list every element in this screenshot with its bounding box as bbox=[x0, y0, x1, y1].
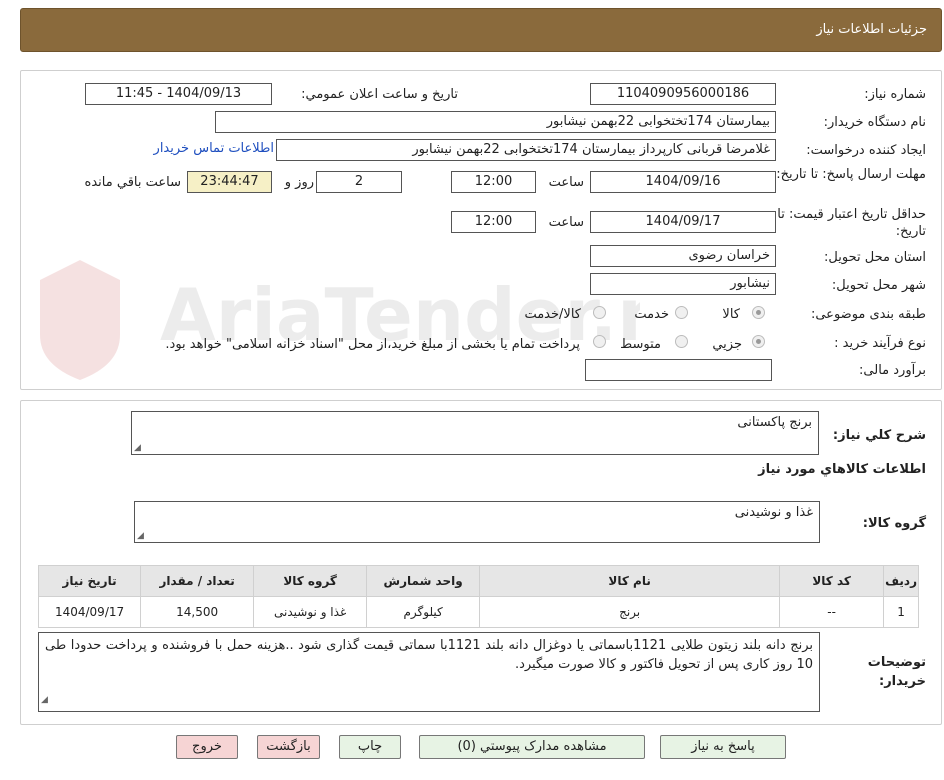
category-radio-both[interactable] bbox=[593, 306, 606, 319]
col-name-header: نام کالا bbox=[479, 565, 781, 597]
cell-group: غذا و نوشیدنی bbox=[253, 596, 368, 628]
category-radio-service[interactable] bbox=[675, 306, 688, 319]
validity-label: حداقل تاريخ اعتبار قيمت: تا تاريخ: bbox=[777, 207, 926, 239]
deadline-time-field: 12:00 bbox=[451, 171, 536, 193]
group-textarea[interactable]: غذا و نوشیدنی ◢ bbox=[134, 501, 820, 543]
requester-field: غلامرضا قربانی کارپرداز بیمارستان 174تخت… bbox=[276, 139, 776, 161]
col-row-header: رديف bbox=[883, 565, 919, 597]
col-qty-header: تعداد / مقدار bbox=[140, 565, 255, 597]
col-code-header: کد کالا bbox=[779, 565, 885, 597]
validity-time-label: ساعت bbox=[548, 215, 584, 230]
items-table: رديف کد کالا نام کالا واحد شمارش گروه کا… bbox=[37, 565, 919, 628]
summary-text: برنج پاکستانی bbox=[737, 415, 812, 430]
col-date-header: تاريخ نياز bbox=[37, 565, 142, 597]
col-unit-header: واحد شمارش bbox=[366, 565, 481, 597]
days-field: 2 bbox=[316, 171, 402, 193]
estimate-label: برآورد مالی: bbox=[859, 363, 926, 378]
process-label: نوع فرآيند خريد : bbox=[834, 336, 926, 351]
page-title: جزئیات اطلاعات نیاز bbox=[816, 22, 927, 37]
cell-code: -- bbox=[779, 596, 885, 628]
cell-name: برنج bbox=[479, 596, 781, 628]
validity-time-field: 12:00 bbox=[451, 211, 536, 233]
province-field: خراسان رضوی bbox=[590, 245, 776, 267]
cell-row: 1 bbox=[883, 596, 919, 628]
print-button[interactable]: چاپ bbox=[339, 735, 401, 759]
view-documents-button[interactable]: مشاهده مدارک پيوستي (0) bbox=[419, 735, 645, 759]
need-number-field: 1104090956000186 bbox=[590, 83, 776, 105]
category-option-goods: کالا bbox=[722, 307, 740, 322]
remaining-label: ساعت باقي مانده bbox=[84, 175, 181, 190]
announce-date-field: 1404/09/13 - 11:45 bbox=[85, 83, 272, 105]
process-radio-minor[interactable] bbox=[752, 335, 765, 348]
back-button[interactable]: بازگشت bbox=[257, 735, 320, 759]
contact-info-link[interactable]: اطلاعات تماس خريدار bbox=[154, 141, 274, 156]
province-label: استان محل تحويل: bbox=[824, 250, 926, 265]
process-option-medium: متوسط bbox=[620, 337, 661, 352]
page-header: جزئیات اطلاعات نیاز bbox=[20, 8, 942, 52]
category-option-service: خدمت bbox=[634, 307, 669, 322]
buyer-org-field: بیمارستان 174تختخوابی 22بهمن نیشابور bbox=[215, 111, 776, 133]
notes-text: برنج دانه بلند زیتون طلایی 1121باسماتی ی… bbox=[45, 638, 813, 672]
process-radio-medium[interactable] bbox=[675, 335, 688, 348]
exit-button[interactable]: خروج bbox=[176, 735, 238, 759]
remaining-time-field: 23:44:47 bbox=[187, 171, 272, 193]
summary-label: شرح کلي نياز: bbox=[832, 428, 926, 443]
deadline-date-field: 1404/09/16 bbox=[590, 171, 776, 193]
resize-grip-icon[interactable]: ◢ bbox=[41, 691, 48, 710]
announce-label: تاريخ و ساعت اعلان عمومي: bbox=[301, 87, 458, 102]
process-radio-treasury[interactable] bbox=[593, 335, 606, 348]
validity-date-field: 1404/09/17 bbox=[590, 211, 776, 233]
requester-label: ايجاد کننده درخواست: bbox=[806, 143, 926, 158]
group-label: گروه کالا: bbox=[862, 516, 926, 531]
category-radio-goods[interactable] bbox=[752, 306, 765, 319]
category-option-both: کالا/خدمت bbox=[524, 307, 581, 322]
process-option-minor: جزيي bbox=[712, 337, 742, 352]
group-text: غذا و نوشیدنی bbox=[734, 505, 813, 520]
city-label: شهر محل تحويل: bbox=[831, 278, 926, 293]
items-title: اطلاعات کالاهاي مورد نياز bbox=[758, 462, 926, 477]
notes-textarea[interactable]: برنج دانه بلند زیتون طلایی 1121باسماتی ی… bbox=[38, 632, 820, 712]
notes-label-line1: توضيحات bbox=[867, 655, 926, 670]
resize-grip-icon[interactable]: ◢ bbox=[134, 443, 141, 453]
buyer-org-label: نام دستگاه خريدار: bbox=[823, 115, 926, 130]
deadline-label: مهلت ارسال پاسخ: تا تاريخ: bbox=[776, 167, 926, 182]
notes-label-line2: خريدار: bbox=[879, 674, 926, 689]
estimate-field[interactable] bbox=[585, 359, 772, 381]
cell-unit: کیلوگرم bbox=[366, 596, 481, 628]
deadline-time-label: ساعت bbox=[548, 175, 584, 190]
process-note: پرداخت تمام یا بخشی از مبلغ خرید،از محل … bbox=[165, 337, 580, 352]
table-header-row: رديف کد کالا نام کالا واحد شمارش گروه کا… bbox=[37, 565, 919, 597]
summary-textarea[interactable]: برنج پاکستانی ◢ bbox=[131, 411, 819, 455]
reply-button[interactable]: پاسخ به نياز bbox=[660, 735, 786, 759]
city-field: نیشابور bbox=[590, 273, 776, 295]
category-label: طبقه بندی موضوعی: bbox=[810, 307, 926, 322]
resize-grip-icon[interactable]: ◢ bbox=[137, 531, 144, 541]
days-label: روز و bbox=[284, 175, 314, 190]
need-number-label: شماره نیاز: bbox=[864, 87, 926, 102]
table-row[interactable]: 1 -- برنج کیلوگرم غذا و نوشیدنی 14,500 1… bbox=[37, 596, 919, 628]
col-group-header: گروه کالا bbox=[253, 565, 368, 597]
cell-qty: 14,500 bbox=[140, 596, 255, 628]
cell-date: 1404/09/17 bbox=[37, 596, 142, 628]
